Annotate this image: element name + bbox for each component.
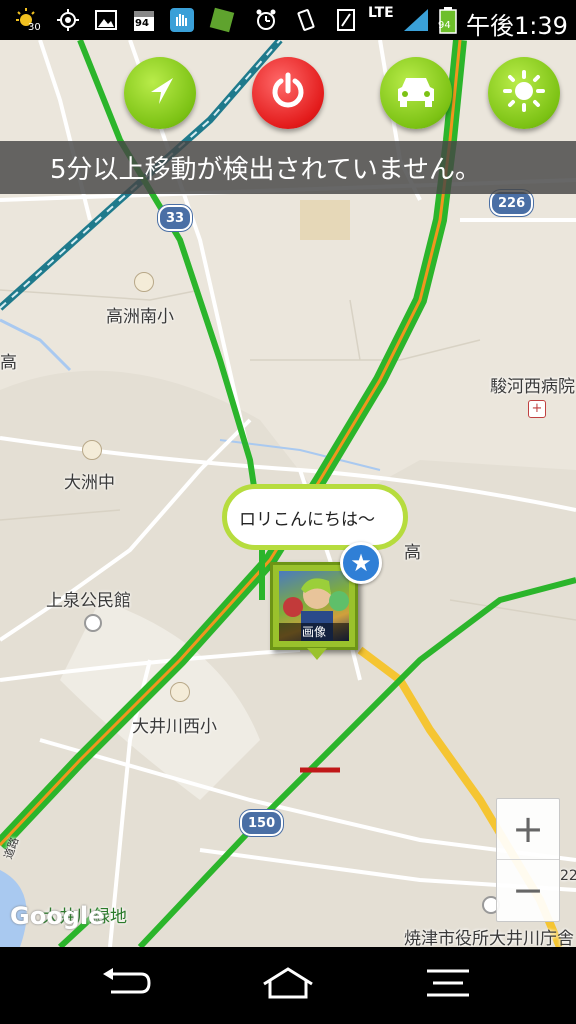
speech-bubble[interactable]: ロリこんにちは〜: [222, 484, 408, 550]
zoom-in-button[interactable]: +: [497, 799, 559, 860]
route-shield-33: 33: [158, 205, 193, 231]
sim-icon: [332, 6, 360, 34]
school-poi-icon: [170, 682, 190, 702]
car-button[interactable]: [380, 57, 452, 129]
marker-pointer: [307, 648, 327, 660]
movement-notice-banner: 5分以上移動が検出されていません。: [0, 141, 576, 194]
menu-button[interactable]: [416, 963, 480, 1007]
power-button[interactable]: [252, 57, 324, 129]
map-label-school2: 大洲中: [64, 473, 115, 493]
star-badge[interactable]: ★: [340, 542, 382, 584]
sun-icon: [502, 69, 546, 117]
navigate-button[interactable]: [124, 57, 196, 129]
map-label-school1: 高洲南小: [106, 307, 174, 327]
status-bar: 30 94 LTE 94 午後1:39: [0, 0, 576, 40]
map-label-office: 焼津市役所大井川庁舎: [404, 929, 574, 947]
brightness-button[interactable]: [488, 57, 560, 129]
calendar-day: 94: [135, 18, 149, 29]
avatar: 画像: [279, 571, 349, 641]
compass-arrow-icon: [143, 74, 177, 112]
battery-level: 94: [438, 20, 451, 31]
speech-bubble-text: ロリこんにちは〜: [239, 509, 375, 530]
map-label-school3: 大井川西小: [132, 717, 217, 737]
zoom-out-button[interactable]: −: [497, 860, 559, 920]
car-icon: [394, 73, 438, 113]
home-icon: [260, 966, 316, 1004]
route-shield-150: 150: [240, 810, 284, 836]
map-label-edge-right: 22: [560, 868, 576, 884]
alarm-icon: [252, 6, 280, 34]
back-icon: [99, 966, 153, 1004]
gps-icon: [54, 6, 82, 34]
menu-icon: [423, 967, 473, 1003]
navigation-bar: [0, 947, 576, 1024]
school-poi-icon: [134, 272, 154, 292]
map-label-hall: 上泉公民館: [46, 591, 131, 611]
image-icon: [92, 6, 120, 34]
star-icon: ★: [350, 549, 372, 577]
map-label-edge-left: 高: [0, 353, 17, 373]
clock: 午後1:39: [466, 12, 568, 40]
map-label-hospital: 駿河西病院: [490, 377, 575, 397]
school-poi-icon: [82, 440, 102, 460]
hall-poi-icon: [84, 614, 102, 632]
zoom-controls: + −: [496, 798, 560, 922]
map-label-partial: 高: [404, 543, 421, 563]
hospital-poi-icon: +: [528, 400, 546, 418]
google-watermark: Google: [10, 902, 105, 930]
back-button[interactable]: [94, 963, 158, 1007]
power-icon: [268, 71, 308, 115]
signal-icon: [402, 6, 430, 34]
network-type: LTE: [368, 5, 394, 21]
weather-temp: 30: [28, 22, 41, 33]
vibrate-icon: [292, 6, 320, 34]
home-button[interactable]: [256, 963, 320, 1007]
avatar-caption: 画像: [279, 623, 349, 641]
app-hand-icon: [168, 6, 196, 34]
app-green-icon: [208, 6, 236, 34]
